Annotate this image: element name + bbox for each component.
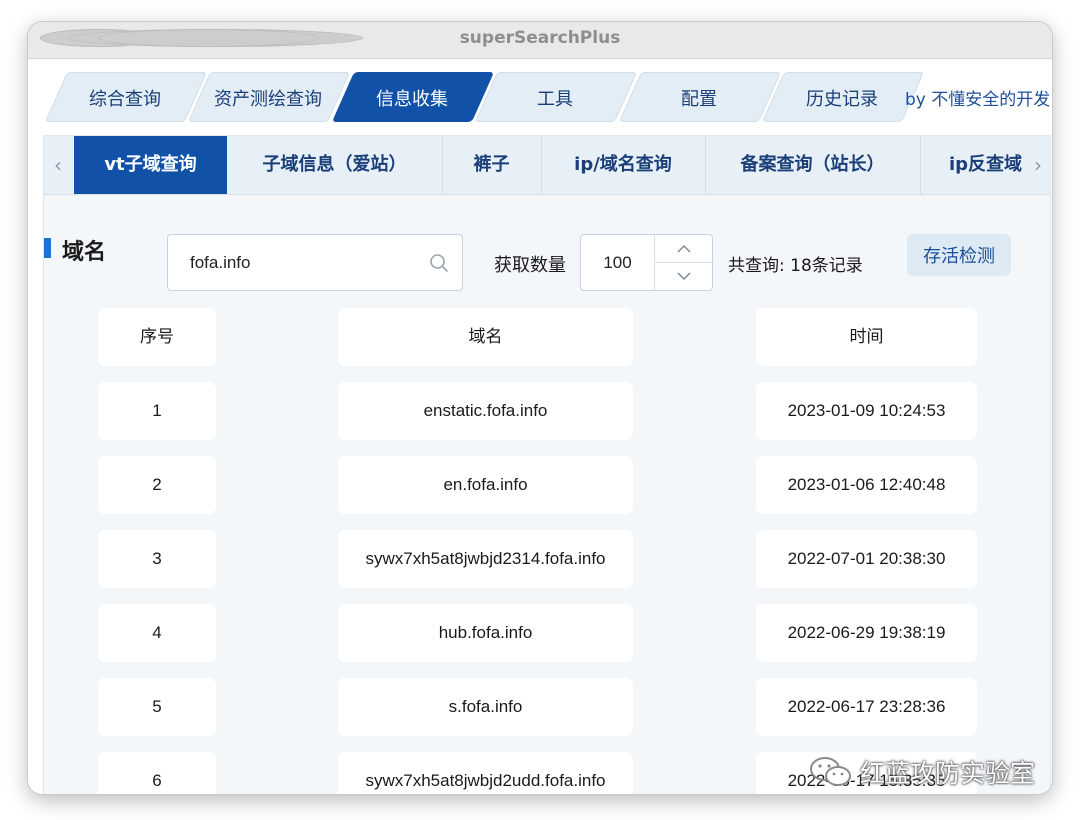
subtab-subdomain-info-aizhan[interactable]: 子域信息（爱站） xyxy=(227,136,443,194)
row-3-time[interactable]: 2022-07-01 20:38:30 xyxy=(756,530,977,588)
subtab-icp-query[interactable]: 备案查询（站长） xyxy=(705,136,921,194)
row-3-domain[interactable]: sywx7xh5at8jwbjd2314.fofa.info xyxy=(338,530,633,588)
row-5-domain[interactable]: s.fofa.info xyxy=(338,678,633,736)
info-gathering-panel: ‹ vt子域查询 子域信息（爱站） 裤子 ip/域名查询 备案查询（站长） ip… xyxy=(43,135,1051,794)
tab-history[interactable]: 历史记录 xyxy=(761,72,925,122)
row-6-domain[interactable]: sywx7xh5at8jwbjd2udd.fofa.info xyxy=(338,752,633,794)
chevron-right-icon[interactable]: › xyxy=(1024,136,1050,194)
header-time: 时间 xyxy=(756,308,977,366)
row-4-domain[interactable]: hub.fofa.info xyxy=(338,604,633,662)
author-byline: by 不懂安全的开发 xyxy=(905,90,1051,110)
tab-info-gathering[interactable]: 信息收集 xyxy=(331,72,495,122)
app-content: 综合查询 资产测绘查询 信息收集 工具 配置 历史记录 by 不懂安全的开发 ‹… xyxy=(28,59,1052,794)
tab-label: 配置 xyxy=(681,89,717,110)
alive-check-button[interactable]: 存活检测 xyxy=(907,234,1011,276)
main-tabs: 综合查询 资产测绘查询 信息收集 工具 配置 历史记录 by 不懂安全的开发 xyxy=(28,59,1052,131)
row-2-index[interactable]: 2 xyxy=(98,456,216,514)
chevron-up-icon xyxy=(677,245,691,253)
chevron-left-icon[interactable]: ‹ xyxy=(44,136,72,194)
domain-search-box[interactable] xyxy=(167,234,463,291)
section-marker xyxy=(44,238,51,258)
header-index: 序号 xyxy=(98,308,216,366)
row-3-index[interactable]: 3 xyxy=(98,530,216,588)
stepper-controls xyxy=(654,235,713,290)
tab-comprehensive-query[interactable]: 综合查询 xyxy=(44,72,208,122)
tab-label: 信息收集 xyxy=(376,89,448,110)
row-1-index[interactable]: 1 xyxy=(98,382,216,440)
count-value[interactable]: 100 xyxy=(581,235,654,290)
row-5-index[interactable]: 5 xyxy=(98,678,216,736)
watermark-text: 红蓝攻防实验室 xyxy=(860,759,1036,788)
header-domain: 域名 xyxy=(338,308,633,366)
search-icon[interactable] xyxy=(428,252,450,274)
decrement-button[interactable] xyxy=(655,263,713,290)
chevron-down-icon xyxy=(677,272,691,280)
row-2-domain[interactable]: en.fofa.info xyxy=(338,456,633,514)
row-5-time[interactable]: 2022-06-17 23:28:36 xyxy=(756,678,977,736)
count-stepper[interactable]: 100 xyxy=(580,234,713,291)
total-records: 共查询: 18条记录 xyxy=(728,256,863,276)
count-label: 获取数量 xyxy=(494,255,566,276)
wechat-icon xyxy=(810,757,851,786)
row-4-time[interactable]: 2022-06-29 19:38:19 xyxy=(756,604,977,662)
tab-label: 综合查询 xyxy=(89,89,161,110)
row-4-index[interactable]: 4 xyxy=(98,604,216,662)
subtab-ip-reverse-domain[interactable]: ip反查域 xyxy=(920,136,1024,194)
title-bar: superSearchPlus xyxy=(28,22,1052,59)
subtab-ip-domain-query[interactable]: ip/域名查询 xyxy=(541,136,706,194)
domain-input[interactable] xyxy=(188,249,412,277)
tab-label: 工具 xyxy=(537,89,573,110)
row-1-domain[interactable]: enstatic.fofa.info xyxy=(338,382,633,440)
tab-label: 资产测绘查询 xyxy=(214,89,322,110)
sub-tabs: ‹ vt子域查询 子域信息（爱站） 裤子 ip/域名查询 备案查询（站长） ip… xyxy=(44,136,1050,195)
tab-config[interactable]: 配置 xyxy=(618,72,782,122)
tab-asset-mapping-query[interactable]: 资产测绘查询 xyxy=(187,72,351,122)
tab-tools[interactable]: 工具 xyxy=(474,72,638,122)
window-title: superSearchPlus xyxy=(459,28,621,48)
section-title: 域名 xyxy=(62,240,107,265)
app-window: superSearchPlus 综合查询 资产测绘查询 信息收集 工具 配置 历… xyxy=(28,22,1052,794)
row-1-time[interactable]: 2023-01-09 10:24:53 xyxy=(756,382,977,440)
subtab-vt-subdomain[interactable]: vt子域查询 xyxy=(74,136,227,194)
row-6-index[interactable]: 6 xyxy=(98,752,216,794)
increment-button[interactable] xyxy=(655,235,713,263)
tab-label: 历史记录 xyxy=(806,89,878,110)
subtab-kuzi[interactable]: 裤子 xyxy=(442,136,542,194)
row-2-time[interactable]: 2023-01-06 12:40:48 xyxy=(756,456,977,514)
